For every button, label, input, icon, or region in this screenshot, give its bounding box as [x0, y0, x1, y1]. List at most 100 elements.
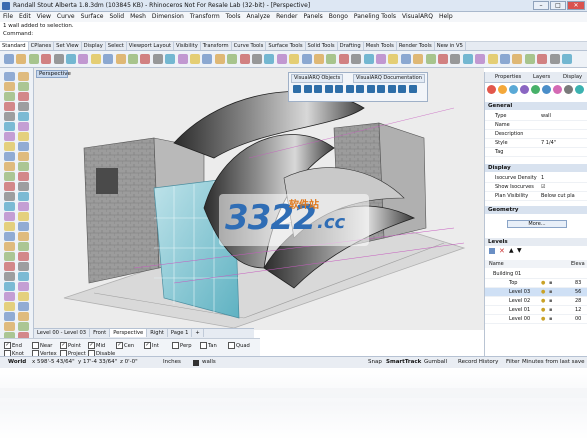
property-row[interactable]: Show Isocurves ☑ — [485, 183, 587, 192]
menu-item-solid[interactable]: Solid — [106, 12, 127, 21]
property-page-icon[interactable] — [553, 85, 562, 94]
property-value[interactable]: ☑ — [541, 183, 545, 191]
toolbar-button-icon[interactable] — [53, 54, 64, 64]
lock-icon[interactable]: ▪ — [549, 315, 552, 323]
property-value[interactable]: 7 1/4" — [541, 139, 556, 147]
visualarq-object-icon[interactable] — [335, 85, 343, 93]
tool-icon[interactable] — [18, 142, 29, 151]
tool-icon[interactable] — [4, 252, 15, 261]
property-value[interactable]: 1 — [541, 174, 544, 182]
toolbar-button-icon[interactable] — [562, 54, 572, 64]
levels-header[interactable]: Levels — [485, 238, 587, 246]
more-button[interactable]: More... — [507, 220, 567, 228]
menu-item-file[interactable]: File — [0, 12, 16, 21]
toolbar-button-icon[interactable] — [450, 54, 461, 64]
tab-curve-tools[interactable]: Curve Tools — [232, 42, 267, 50]
tool-icon[interactable] — [18, 182, 29, 191]
toolbar-button-icon[interactable] — [202, 54, 213, 64]
toolbar-button-icon[interactable] — [413, 54, 424, 64]
checkbox-icon[interactable] — [200, 342, 207, 349]
tool-icon[interactable] — [4, 232, 15, 241]
toolbar-button-icon[interactable] — [462, 54, 473, 64]
toolbar-button-icon[interactable] — [264, 54, 275, 64]
tab-set-view[interactable]: Set View — [54, 42, 82, 50]
add-viewport-tab-icon[interactable]: + — [192, 329, 204, 337]
tool-icon[interactable] — [4, 212, 15, 221]
tab-display[interactable]: Display — [563, 74, 582, 80]
toolbar-button-icon[interactable] — [41, 54, 52, 64]
toolbar-button-icon[interactable] — [190, 54, 200, 64]
toolbar-button-icon[interactable] — [177, 54, 188, 64]
visualarq-object-icon[interactable] — [324, 85, 333, 93]
tool-icon[interactable] — [18, 132, 29, 141]
toolbar-button-icon[interactable] — [475, 54, 486, 64]
geometry-section-header[interactable]: Geometry — [485, 206, 587, 214]
toolbar-button-icon[interactable] — [301, 54, 312, 64]
toolbar-button-icon[interactable] — [289, 54, 300, 64]
osnap-point[interactable]: ✓ Point — [60, 342, 81, 349]
property-row[interactable]: Plan Visibility Below cut pla — [485, 192, 587, 201]
menu-item-transform[interactable]: Transform — [187, 12, 223, 21]
osnap-mid[interactable]: ✓ Mid — [88, 342, 105, 349]
toolbar-button-icon[interactable] — [239, 54, 250, 64]
visibility-icon[interactable]: ● — [541, 306, 545, 314]
tool-icon[interactable] — [18, 202, 29, 211]
toolbar-button-icon[interactable] — [524, 54, 535, 64]
visibility-icon[interactable]: ● — [541, 297, 545, 305]
toolbar-button-icon[interactable] — [537, 54, 548, 64]
tab-mesh-tools[interactable]: Mesh Tools — [364, 42, 397, 50]
property-row[interactable]: Description — [485, 130, 587, 139]
tool-icon[interactable] — [18, 312, 29, 321]
toolbar-button-icon[interactable] — [425, 54, 436, 64]
toolbar-button-icon[interactable] — [214, 54, 225, 64]
gumball-toggle[interactable]: Gumball — [424, 359, 447, 365]
property-row[interactable]: Name — [485, 121, 587, 130]
menu-item-curve[interactable]: Curve — [54, 12, 78, 21]
toolbar-button-icon[interactable] — [103, 54, 114, 64]
tab-visualarq-objects[interactable]: VisualARQ Objects — [291, 74, 344, 83]
osnap-perp[interactable]: Perp — [172, 342, 192, 349]
tool-icon[interactable] — [4, 92, 15, 101]
level-row[interactable]: Level 03 ● ▪ 56 — [485, 288, 587, 297]
toolbar-button-icon[interactable] — [338, 54, 349, 64]
property-page-icon[interactable] — [509, 85, 518, 94]
property-page-icon[interactable] — [531, 85, 540, 94]
menu-item-panels[interactable]: Panels — [300, 12, 325, 21]
tool-icon[interactable] — [4, 102, 15, 111]
tool-icon[interactable] — [18, 212, 29, 221]
tool-icon[interactable] — [18, 102, 29, 111]
toolbar-button-icon[interactable] — [363, 54, 374, 64]
tool-icon[interactable] — [4, 82, 15, 91]
menu-item-dimension[interactable]: Dimension — [149, 12, 187, 21]
property-value[interactable]: Below cut pla — [541, 192, 575, 200]
move-up-icon[interactable]: ▲ — [509, 248, 514, 254]
toolbar-button-icon[interactable] — [152, 54, 163, 64]
tool-icon[interactable] — [4, 112, 15, 121]
menu-item-view[interactable]: View — [34, 12, 54, 21]
menu-item-bongo[interactable]: Bongo — [326, 12, 351, 21]
toolbar-button-icon[interactable] — [487, 54, 498, 64]
visualarq-object-icon[interactable] — [293, 85, 301, 93]
level-row[interactable]: Level 01 ● ▪ 12 — [485, 306, 587, 315]
osnap-near[interactable]: Near — [32, 342, 52, 349]
property-page-icon[interactable] — [498, 85, 507, 94]
tool-icon[interactable] — [18, 172, 29, 181]
tool-icon[interactable] — [4, 282, 15, 291]
viewport-label[interactable]: Perspective — [36, 70, 71, 78]
display-section-header[interactable]: Display — [485, 164, 587, 172]
viewport-tab-perspective[interactable]: Perspective — [110, 329, 148, 337]
toolbar-button-icon[interactable] — [4, 54, 14, 64]
tool-icon[interactable] — [18, 252, 29, 261]
osnap-int[interactable]: ✓ Int — [144, 342, 159, 349]
tab-standard[interactable]: Standard — [0, 42, 29, 50]
tool-icon[interactable] — [4, 292, 15, 301]
toolbar-button-icon[interactable] — [549, 54, 560, 64]
tab-viewport-layout[interactable]: Viewport Layout — [127, 42, 175, 50]
tool-icon[interactable] — [18, 162, 29, 171]
toolbar-button-icon[interactable] — [66, 54, 76, 64]
checkbox-icon[interactable]: ✓ — [144, 342, 151, 349]
tool-icon[interactable] — [18, 232, 29, 241]
visibility-icon[interactable]: ● — [541, 315, 545, 323]
level-row[interactable]: Building 01 — [485, 270, 587, 279]
property-page-icon[interactable] — [542, 85, 551, 94]
